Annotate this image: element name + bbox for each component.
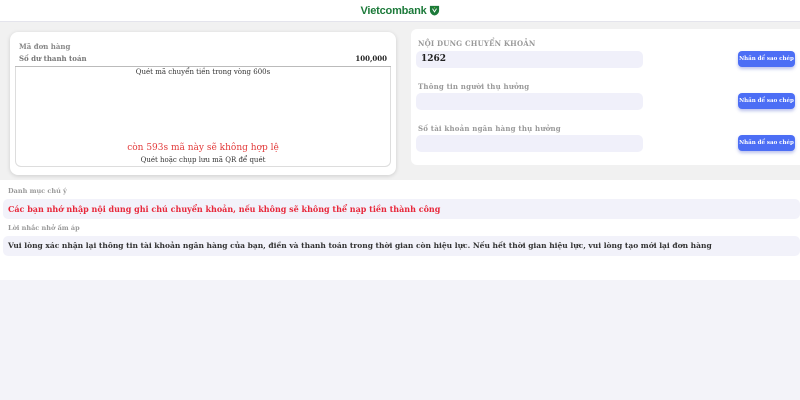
account-number-field: [416, 135, 643, 152]
notice-category-label: Danh mục chú ý: [8, 187, 67, 195]
account-number-label: Số tài khoản ngân hàng thụ hưởng: [418, 124, 561, 133]
receiver-field: [416, 93, 643, 110]
app-header: Vietcombank: [0, 0, 800, 22]
transfer-note-warning: Các bạn nhớ nhập nội dung ghi chú chuyển…: [3, 199, 800, 219]
copy-account-button[interactable]: Nhấn để sao chép: [738, 135, 795, 151]
receiver-label: Thông tin người thụ hưởng: [418, 82, 530, 91]
qr-instruction: Quét mã chuyển tiền trong vòng 600s: [135, 68, 271, 76]
reminder-text: Vui lòng xác nhận lại thông tin tài khoả…: [3, 236, 800, 256]
copy-content-button[interactable]: Nhấn để sao chép: [738, 51, 795, 67]
vietcombank-shield-icon: [429, 5, 439, 16]
logo-text: Vietcombank: [360, 4, 427, 17]
transfer-content-field: 1262: [416, 51, 643, 68]
notice-section: Danh mục chú ý Các bạn nhớ nhập nội dung…: [0, 180, 800, 280]
expire-countdown: còn 593s mã này sẽ không hợp lệ: [127, 143, 279, 153]
save-qr-hint: Quét hoặc chụp lưu mã QR để quét: [140, 156, 266, 164]
order-id-label: Mã đơn hàng: [19, 42, 71, 51]
transfer-info-card: NỘI DUNG CHUYỂN KHOẢN 1262 Nhấn để sao c…: [411, 29, 800, 165]
brand-logo: Vietcombank: [360, 5, 439, 17]
transfer-content-label: NỘI DUNG CHUYỂN KHOẢN: [418, 39, 536, 48]
amount-label: Số dư thanh toán: [19, 54, 87, 63]
copy-receiver-button[interactable]: Nhấn để sao chép: [738, 93, 795, 109]
qr-payment-card: Mã đơn hàng Số dư thanh toán 100,000 Qué…: [10, 32, 396, 175]
amount-row: Số dư thanh toán 100,000: [19, 54, 387, 66]
amount-value: 100,000: [355, 54, 387, 63]
reminder-label: Lời nhắc nhở ấm áp: [8, 224, 80, 232]
